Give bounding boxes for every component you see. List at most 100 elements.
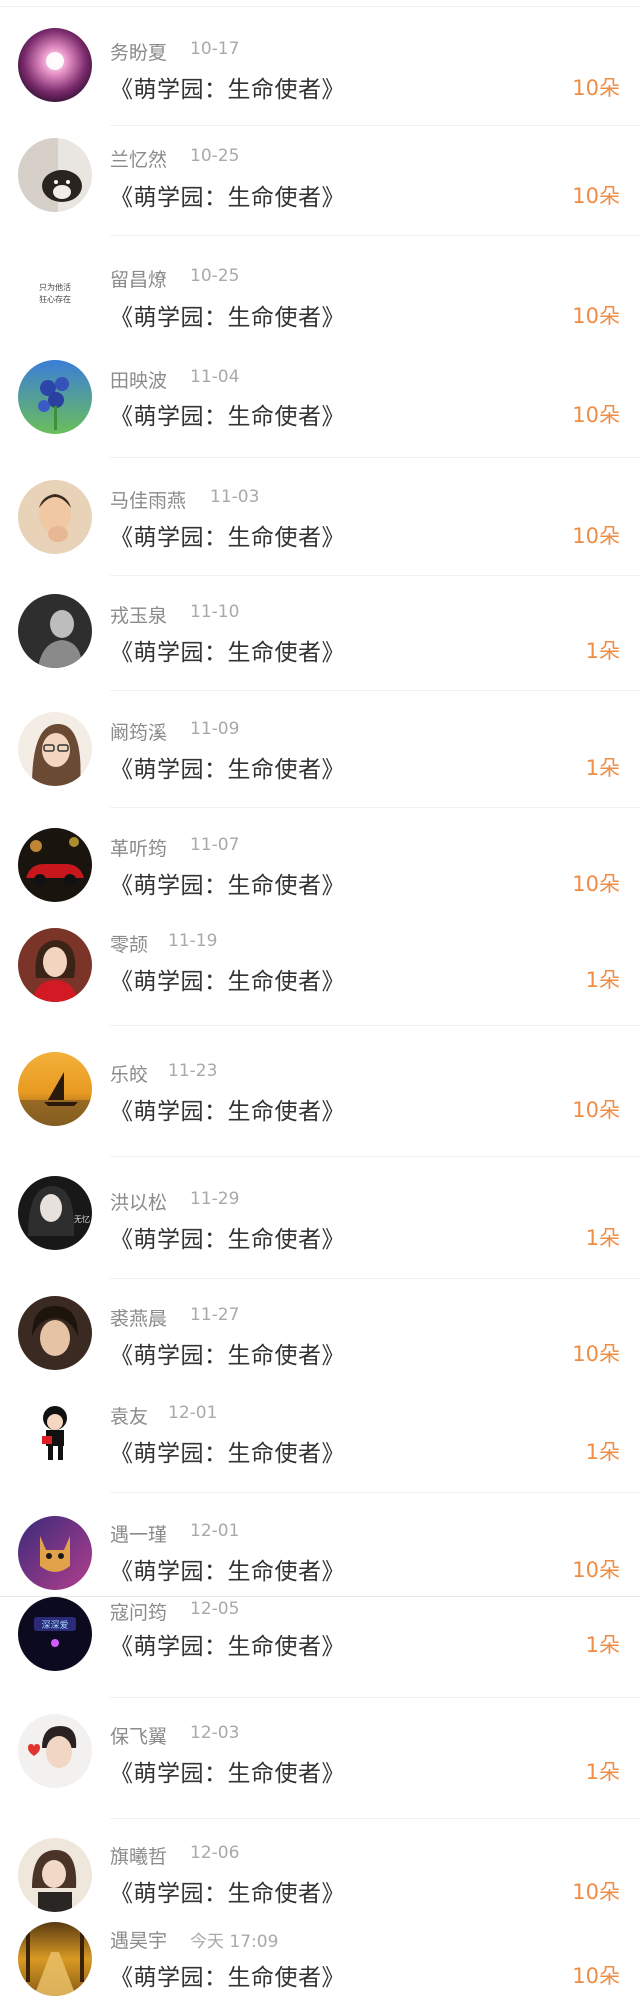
book-title: 《萌学园：生命使者》 [110, 305, 345, 331]
donation-date: 11-10 [190, 602, 240, 622]
donation-date: 11-04 [190, 367, 240, 387]
donor-name: 袁友 [110, 1406, 149, 1428]
donor-name: 田映波 [110, 370, 168, 392]
avatar[interactable] [18, 1296, 92, 1370]
list-item[interactable]: 阚筠溪 11-09 《萌学园：生命使者》 1朵 [0, 704, 640, 807]
donation-date: 11-03 [210, 487, 260, 507]
donor-name: 戎玉泉 [110, 605, 168, 627]
list-item[interactable]: 田映波 11-04 《萌学园：生命使者》 10朵 [0, 352, 640, 457]
text-avatar-icon: 只为他活 狂心存在 [18, 256, 92, 330]
list-item[interactable]: 无忆 洪以松 11-29 《萌学园：生命使者》 1朵 [0, 1166, 640, 1278]
donation-date: 10-25 [190, 266, 240, 286]
avatar[interactable] [18, 1714, 92, 1788]
list-item[interactable]: 遇昊宇 今天 17:09 《萌学园：生命使者》 10朵 [0, 1916, 640, 2006]
dark-girl-avatar-icon: 无忆 [18, 1176, 92, 1250]
book-title: 《萌学园：生命使者》 [110, 1761, 345, 1787]
top-divider [0, 6, 640, 7]
heart-boy-avatar-icon [18, 1714, 92, 1788]
donation-date: 10-25 [190, 146, 240, 166]
donation-date: 11-09 [190, 719, 240, 739]
list-item[interactable]: 零颉 11-19 《萌学园：生命使者》 1朵 [0, 920, 640, 1025]
donor-name: 马佳雨燕 [110, 490, 187, 512]
list-item[interactable]: 保飞翼 12-03 《萌学园：生命使者》 1朵 [0, 1706, 640, 1818]
avatar[interactable] [18, 1838, 92, 1912]
row-divider [110, 1818, 640, 1819]
donation-date: 12-03 [190, 1723, 240, 1743]
list-item[interactable]: 革听筠 11-07 《萌学园：生命使者》 10朵 [0, 820, 640, 912]
donor-name: 遇昊宇 [110, 1930, 168, 1952]
flower-amount: 10朵 [572, 1880, 620, 1904]
flower-amount: 10朵 [572, 1342, 620, 1366]
donation-date: 12-05 [190, 1599, 240, 1619]
avatar[interactable] [18, 828, 92, 902]
avatar[interactable] [18, 28, 92, 102]
avatar[interactable] [18, 480, 92, 554]
book-title: 《萌学园：生命使者》 [110, 1965, 345, 1991]
child-avatar-icon [18, 480, 92, 554]
book-title: 《萌学园：生命使者》 [110, 1881, 345, 1907]
donation-date: 12-06 [190, 1843, 240, 1863]
flower-amount: 10朵 [572, 1098, 620, 1122]
flower-amount: 10朵 [572, 872, 620, 896]
list-item[interactable]: 袁友 12-01 《萌学园：生命使者》 1朵 [0, 1390, 640, 1492]
book-title: 《萌学园：生命使者》 [110, 757, 345, 783]
book-title: 《萌学园：生命使者》 [110, 640, 345, 666]
book-title: 《萌学园：生命使者》 [110, 185, 345, 211]
flower-amount: 10朵 [572, 304, 620, 328]
avatar[interactable] [18, 1052, 92, 1126]
list-item[interactable]: 乐皎 11-23 《萌学园：生命使者》 10朵 [0, 1040, 640, 1156]
book-title: 《萌学园：生命使者》 [110, 873, 345, 899]
book-title: 《萌学园：生命使者》 [110, 1227, 345, 1253]
donor-name: 留昌燎 [110, 269, 168, 291]
autumn-road-avatar-icon [18, 1922, 92, 1996]
avatar[interactable] [18, 1516, 92, 1590]
flower-avatar-icon [18, 360, 92, 434]
avatar[interactable] [18, 360, 92, 434]
donor-name: 旗曦哲 [110, 1846, 168, 1868]
flower-amount: 1朵 [585, 1760, 620, 1784]
donation-date: 10-17 [190, 39, 240, 59]
donation-date: 12-01 [190, 1521, 240, 1541]
book-title: 《萌学园：生命使者》 [110, 1441, 345, 1467]
donor-name: 务盼夏 [110, 42, 168, 64]
list-item[interactable]: 务盼夏 10-17 《萌学园：生命使者》 10朵 [0, 20, 640, 125]
svg-text:只为他活: 只为他活 [39, 282, 71, 292]
avatar[interactable]: 只为他活 狂心存在 [18, 256, 92, 330]
book-title: 《萌学园：生命使者》 [110, 1634, 345, 1660]
donor-name: 零颉 [110, 934, 149, 956]
row-divider [110, 457, 640, 458]
flower-amount: 10朵 [572, 76, 620, 100]
avatar[interactable] [18, 594, 92, 668]
girl-glasses-avatar-icon [18, 712, 92, 786]
list-item[interactable]: 兰忆然 10-25 《萌学园：生命使者》 10朵 [0, 128, 640, 235]
donation-date: 11-19 [168, 931, 218, 951]
list-item[interactable]: 旗曦哲 12-06 《萌学园：生命使者》 10朵 [0, 1830, 640, 1916]
donation-date: 11-07 [190, 835, 240, 855]
list-item[interactable]: 只为他活 狂心存在 留昌燎 10-25 《萌学园：生命使者》 10朵 [0, 248, 640, 348]
row-divider [110, 1156, 640, 1157]
sunset-boat-avatar-icon [18, 1052, 92, 1126]
list-item[interactable]: 遇一瑾 12-01 《萌学园：生命使者》 10朵 [0, 1508, 640, 1596]
list-item[interactable]: 裘燕晨 11-27 《萌学园：生命使者》 10朵 [0, 1288, 640, 1388]
list-item[interactable]: 马佳雨燕 11-03 《萌学园：生命使者》 10朵 [0, 470, 640, 575]
list-item[interactable]: 戎玉泉 11-10 《萌学园：生命使者》 1朵 [0, 586, 640, 690]
dog-avatar-icon [18, 138, 92, 212]
avatar[interactable] [18, 712, 92, 786]
donor-name: 遇一瑾 [110, 1524, 168, 1546]
avatar[interactable]: 深深爱 [18, 1597, 92, 1671]
flower-amount: 1朵 [585, 1440, 620, 1464]
avatar[interactable]: 无忆 [18, 1176, 92, 1250]
neon-avatar-icon: 深深爱 [18, 1597, 92, 1671]
avatar[interactable] [18, 928, 92, 1002]
row-divider [110, 1025, 640, 1026]
svg-text:无忆: 无忆 [74, 1214, 90, 1224]
flower-amount: 1朵 [585, 639, 620, 663]
galaxy-avatar-icon [18, 28, 92, 102]
avatar[interactable] [18, 1396, 92, 1470]
flower-amount: 10朵 [572, 403, 620, 427]
avatar[interactable] [18, 138, 92, 212]
list-item[interactable]: 深深爱 寇问筠 12-05 《萌学园：生命使者》 1朵 [0, 1597, 640, 1697]
avatar[interactable] [18, 1922, 92, 1996]
donor-name: 兰忆然 [110, 149, 168, 171]
book-title: 《萌学园：生命使者》 [110, 1099, 345, 1125]
